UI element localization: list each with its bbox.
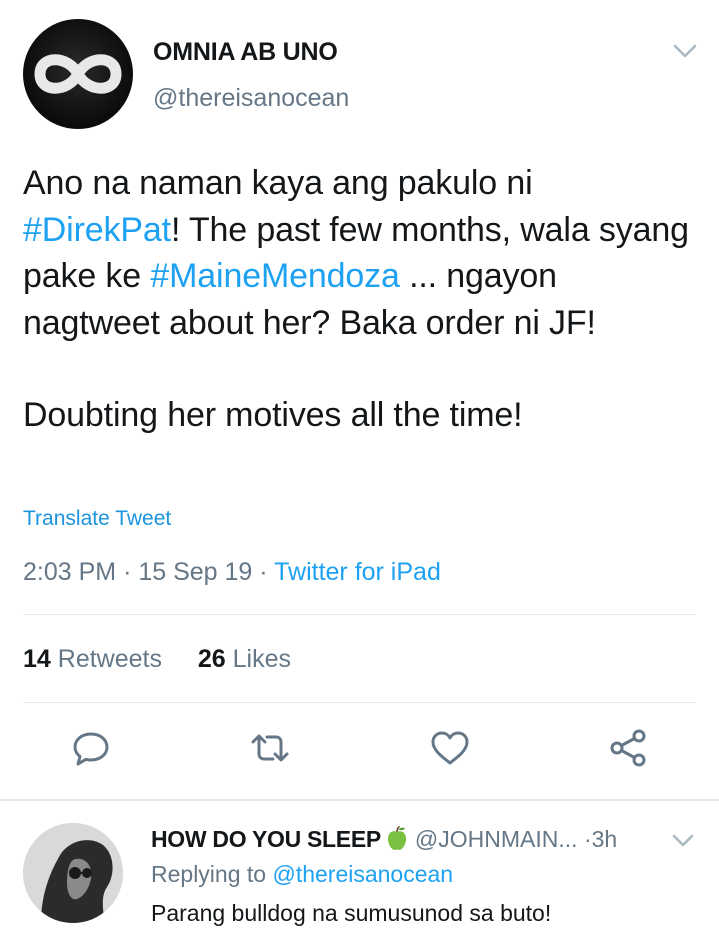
replying-to: Replying to @thereisanocean	[151, 861, 454, 887]
tweet-paragraph-1: Ano na naman kaya ang pakulo ni #DirekPa…	[23, 164, 689, 342]
reply-menu-chevron-down-icon[interactable]	[663, 826, 703, 856]
author-handle[interactable]: @thereisanocean	[153, 84, 349, 113]
tweet-date: 15 Sep 19	[138, 558, 253, 586]
meta-separator: ·	[123, 558, 132, 586]
tweet-paragraph-2: Doubting her motives all the time!	[23, 396, 523, 434]
reply-icon[interactable]	[69, 726, 113, 770]
reply-text: Parang bulldog na sumusunod sa buto!	[151, 900, 552, 926]
replying-to-link[interactable]: @thereisanocean	[272, 861, 453, 887]
like-icon[interactable]	[428, 726, 472, 770]
reply-separator: ·	[583, 826, 592, 852]
tweet-menu-chevron-down-icon[interactable]	[665, 36, 705, 66]
reply-header: HOW DO YOU SLEEP @JOHNMAIN... ·3h	[151, 825, 617, 853]
author-avatar[interactable]	[23, 19, 133, 129]
tweet-meta: 2:03 PM · 15 Sep 19 · Twitter for iPad	[23, 558, 441, 587]
tweet-stats: 14 Retweets 26 Likes	[23, 645, 291, 674]
divider	[23, 702, 696, 703]
reply-avatar[interactable]	[23, 823, 123, 923]
translate-tweet-link[interactable]: Translate Tweet	[23, 507, 171, 531]
tweet-text: Ano na naman kaya ang pakulo ni #DirekPa…	[23, 160, 693, 439]
reply-time: 3h	[591, 826, 618, 852]
meta-separator: ·	[259, 558, 268, 586]
retweet-icon[interactable]	[248, 726, 292, 770]
likes-stat[interactable]: 26 Likes	[198, 645, 291, 673]
author-name[interactable]: OMNIA AB UNO	[153, 38, 338, 67]
green-apple-icon	[385, 825, 409, 851]
hashtag-link[interactable]: #MaineMendoza	[150, 257, 400, 295]
section-divider	[0, 799, 719, 801]
share-icon[interactable]	[607, 726, 651, 770]
tweet-time: 2:03 PM	[23, 558, 117, 586]
tweet-source-link[interactable]: Twitter for iPad	[274, 558, 441, 586]
retweets-stat[interactable]: 14 Retweets	[23, 645, 162, 673]
reply-author-handle[interactable]: @JOHNMAIN...	[415, 826, 578, 852]
reply-author-name[interactable]: HOW DO YOU SLEEP	[151, 826, 381, 852]
hashtag-link[interactable]: #DirekPat	[23, 211, 171, 249]
divider	[23, 614, 696, 615]
